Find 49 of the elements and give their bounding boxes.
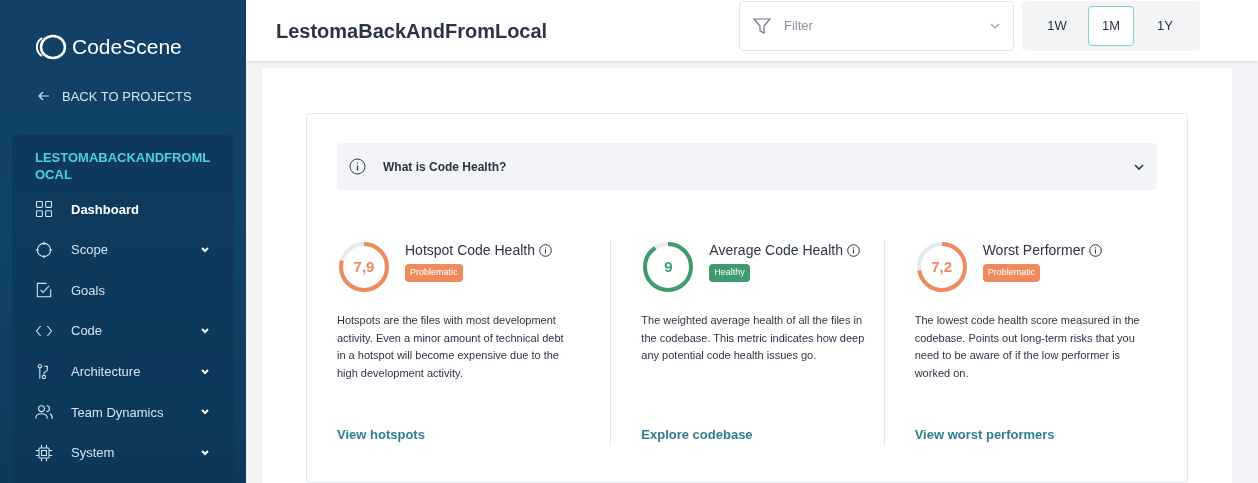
nav-item[interactable]: Dashboard [12, 189, 234, 230]
chevron-down-icon [989, 21, 1001, 30]
metric-description: The lowest code health score measured in the codebase. Points out long-term risks that you need to be aware of if the low performer is worked on. [914, 313, 1141, 381]
metric-title: Hotspot Code Health [405, 241, 535, 260]
nav-item[interactable]: System [12, 432, 234, 474]
metric-description: Hotspots are the files with most development activity. Even a minor amount of technical debt in a hotspot will become expensive due to the high development activity. [337, 313, 565, 381]
chevron-down-icon [200, 245, 210, 254]
crosshair-icon [34, 239, 54, 260]
project-title: LestomaBackAndFromLocal [275, 18, 549, 44]
chevron-down-icon [200, 408, 210, 417]
chevron-icon [1133, 162, 1145, 171]
project-name: LESTOMABACKANDFROMLOCAL [34, 149, 212, 183]
nav-item[interactable]: Team Dynamics [12, 391, 234, 433]
filter-field[interactable]: Filter [739, 0, 1014, 51]
info-icon [538, 244, 552, 257]
metric-title: Worst Performer [982, 241, 1086, 260]
chevron-down-icon [200, 327, 210, 336]
info-icon [846, 244, 860, 257]
info-icon [1089, 244, 1103, 257]
score-value: 7,9 [352, 256, 376, 277]
logo-icon [36, 32, 68, 61]
metric-link[interactable]: View hotspots [337, 424, 587, 444]
grid-icon [34, 199, 54, 220]
nav-item[interactable]: Goals [12, 270, 234, 311]
range-tab[interactable]: 1W [1034, 5, 1080, 46]
brand-name: CodeScene [72, 34, 182, 60]
range-tab[interactable]: 1M [1088, 5, 1134, 46]
nav-item[interactable]: Architecture [12, 351, 234, 392]
chip-icon [34, 442, 54, 463]
chevron-down-icon [200, 448, 210, 457]
metric-description: The weighted average health of all the files in the codebase. This metric indicates how deep any potential code health issues go. [641, 313, 866, 363]
back-link[interactable]: BACK TO PROJECTS [0, 86, 246, 106]
accordion-header[interactable]: What is Code Health? [337, 143, 1157, 190]
funnel-icon [752, 15, 772, 36]
metric-title: Average Code Health [709, 241, 843, 260]
range-tab[interactable]: 1Y [1142, 5, 1188, 46]
filter-input[interactable]: Filter [784, 15, 977, 36]
score-value: 9 [663, 256, 674, 277]
status-badge: Healthy [709, 264, 750, 282]
status-badge: Problematic [405, 264, 463, 282]
nav-item[interactable]: Code [12, 310, 234, 352]
nav-item[interactable]: Scope [12, 229, 234, 271]
metric-link[interactable]: Explore codebase [641, 424, 860, 444]
status-badge: Problematic [982, 264, 1041, 282]
metric-link[interactable]: View worst performers [914, 424, 1133, 444]
chevron-down-icon [200, 367, 210, 376]
info-icon [349, 158, 366, 175]
back-arrow-icon [38, 90, 50, 103]
score-value: 7,2 [930, 256, 954, 277]
